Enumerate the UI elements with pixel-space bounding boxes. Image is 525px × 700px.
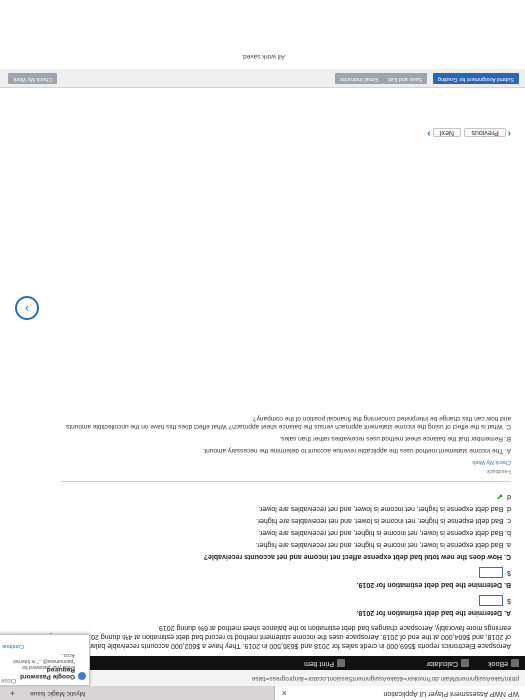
- save-and-exit-button[interactable]: Save and Exit: [383, 73, 427, 84]
- part-a-input[interactable]: [479, 595, 504, 606]
- part-a-answer: $: [41, 595, 511, 606]
- correct-check-icon: ✔: [496, 492, 504, 501]
- option-c[interactable]: c. Bad debt expense is higher, net incom…: [41, 516, 511, 525]
- tab-close-icon[interactable]: ×: [282, 686, 287, 700]
- next-button[interactable]: Next: [432, 128, 461, 137]
- part-c-answer: d ✔: [41, 492, 511, 501]
- dollar-sign: $: [507, 597, 511, 604]
- browser-tab-mail[interactable]: Mystic Magic Issue: [30, 688, 85, 698]
- new-tab-icon[interactable]: +: [10, 686, 15, 700]
- url-text: ptrim/takeAssignment/Main.do?invoker=&ta…: [251, 675, 519, 682]
- chevron-left-icon: ‹: [507, 128, 511, 139]
- part-b-answer: $: [41, 567, 511, 578]
- print-item-button[interactable]: Print Item: [304, 656, 334, 670]
- part-a-label: A. Determine the bad debt estimation for…: [356, 609, 511, 616]
- password-notification: Close Google Password Required Enter you…: [0, 634, 90, 686]
- previous-button[interactable]: Previous: [464, 128, 506, 137]
- check-my-work-link[interactable]: Check My Work: [61, 458, 511, 466]
- feedback-line-b: B. Remember that the balance sheet metho…: [279, 435, 511, 442]
- option-b[interactable]: b. Bad debt expense is lower, net income…: [41, 528, 511, 537]
- chevron-right-icon: ›: [427, 128, 431, 139]
- notification-continue-button[interactable]: Continue: [2, 643, 24, 649]
- calculator-button[interactable]: Calculator: [426, 656, 458, 670]
- selected-answer[interactable]: d: [507, 492, 511, 501]
- print-icon: [337, 659, 345, 667]
- question-intro: Aerospace Electronics reports $569,000 i…: [44, 624, 511, 649]
- browser-tab-active[interactable]: WP NWP Assessment Player UI Application …: [274, 686, 525, 700]
- ebook-button[interactable]: eBook: [488, 656, 508, 670]
- question-content: Aerospace Electronics reports $569,000 i…: [41, 410, 511, 650]
- email-instructor-button[interactable]: Email Instructor: [334, 73, 383, 84]
- feedback-line-c: C. What is the effect of using the incom…: [66, 415, 511, 430]
- rotated-screen-photo: WP NWP Assessment Player UI Application …: [0, 0, 525, 700]
- part-c-label: C. How does the new total bad debt expen…: [203, 553, 511, 560]
- ebook-icon: [511, 659, 519, 667]
- save-status: All work saved.: [241, 53, 285, 60]
- option-d[interactable]: d. Bad debt expense is higher, net incom…: [41, 504, 511, 513]
- notification-body: Enter your password for "pannumara@..." …: [13, 652, 75, 670]
- footer-bar: Submit Assignment for Grading Save and E…: [0, 69, 525, 88]
- calculator-icon: [461, 659, 469, 667]
- feedback-line-a: A. The income statement method uses the …: [202, 447, 511, 454]
- check-my-work-button[interactable]: Check My Work: [8, 73, 57, 84]
- previous-nav[interactable]: ‹ Previous: [464, 126, 511, 140]
- submit-assignment-button[interactable]: Submit Assignment for Grading: [432, 73, 519, 84]
- feedback-panel: Feedback Check My Work A. The income sta…: [61, 414, 511, 482]
- feedback-title: Feedback: [486, 468, 511, 474]
- password-key-icon: [78, 672, 86, 680]
- part-b-input[interactable]: [479, 567, 504, 578]
- part-b-label: B. Determine the bad debt estimation for…: [356, 581, 511, 588]
- next-nav[interactable]: Next ›: [427, 126, 461, 140]
- dollar-sign: $: [507, 569, 511, 576]
- tab-title: WP NWP Assessment Player UI Application: [383, 690, 519, 697]
- collapse-chevron-icon[interactable]: ›: [15, 296, 39, 320]
- option-a[interactable]: a. Bad debt expense is lower, net income…: [41, 540, 511, 549]
- browser-tab-bar: WP NWP Assessment Player UI Application …: [0, 685, 525, 700]
